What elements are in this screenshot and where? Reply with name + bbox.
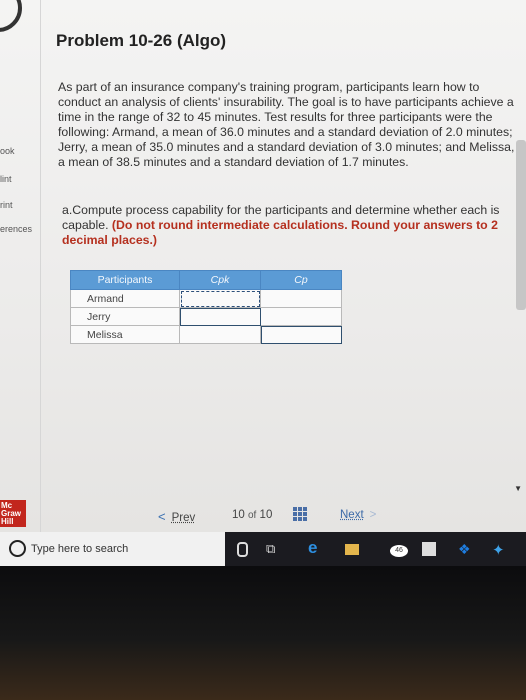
- page-title: Problem 10-26 (Algo): [56, 31, 227, 50]
- left-sidebar: ook lint rint erences: [0, 0, 41, 532]
- participant-name: Melissa: [70, 325, 180, 344]
- sidebar-item-print[interactable]: rint: [0, 200, 13, 210]
- cortana-icon[interactable]: [9, 540, 26, 557]
- total-pages: 10: [259, 509, 273, 521]
- mail-badge[interactable]: 46: [390, 545, 408, 557]
- scrollbar-thumb[interactable]: [516, 140, 526, 310]
- next-label: Next: [340, 509, 364, 521]
- cp-input-jerry[interactable]: [260, 307, 342, 326]
- mcgraw-hill-logo: Mc Graw Hill: [0, 500, 26, 527]
- edge-browser-icon[interactable]: e: [308, 538, 317, 558]
- browser-screen: ook lint rint erences Problem 10-26 (Alg…: [0, 0, 526, 532]
- answer-table: Participants Cpk Cp Armand Jerry Melissa: [70, 270, 342, 344]
- prev-button[interactable]: < Prev: [158, 509, 195, 524]
- participant-name: Armand: [70, 289, 180, 308]
- header-participants: Participants: [70, 270, 180, 290]
- app-icon[interactable]: ✦: [492, 541, 505, 559]
- current-page: 10: [232, 509, 245, 521]
- cpk-input-jerry[interactable]: [179, 307, 261, 326]
- file-explorer-icon[interactable]: [345, 544, 359, 555]
- sidebar-item-references[interactable]: erences: [0, 224, 32, 234]
- search-placeholder: Type here to search: [31, 543, 129, 555]
- table-header-row: Participants Cpk Cp: [70, 270, 342, 290]
- logo-line-3: Hill: [1, 517, 14, 526]
- page-counter: 10 of 10: [232, 509, 272, 521]
- question-instruction: (Do not round intermediate calculations.…: [62, 218, 498, 247]
- next-button[interactable]: Next >: [340, 509, 376, 521]
- sidebar-item-ebook[interactable]: ook: [0, 146, 15, 156]
- header-cpk: Cpk: [179, 270, 261, 290]
- chevron-right-icon: >: [369, 509, 377, 521]
- cp-input-armand[interactable]: [260, 289, 342, 308]
- question-text: a.Compute process capability for the par…: [62, 203, 502, 248]
- table-row: Jerry: [70, 307, 342, 326]
- windows-taskbar: Type here to search ⧉ e 46 ❖ ✦: [0, 532, 526, 566]
- cp-input-melissa[interactable]: [260, 325, 342, 344]
- chevron-left-icon: <: [158, 509, 166, 524]
- taskbar-search[interactable]: Type here to search: [0, 532, 225, 566]
- microphone-icon[interactable]: [237, 542, 248, 557]
- task-view-icon[interactable]: ⧉: [266, 541, 275, 557]
- scroll-down-icon[interactable]: ▼: [514, 484, 522, 493]
- sidebar-item-hint[interactable]: lint: [0, 174, 12, 184]
- table-row: Melissa: [70, 325, 342, 344]
- participant-name: Jerry: [70, 307, 180, 326]
- problem-paragraph: As part of an insurance company's traini…: [58, 80, 515, 169]
- cpk-input-armand[interactable]: [179, 289, 261, 308]
- monitor-bezel: [0, 566, 526, 700]
- cpk-input-melissa[interactable]: [179, 325, 261, 344]
- header-cp: Cp: [260, 270, 342, 290]
- store-icon[interactable]: [422, 542, 436, 556]
- prev-label: Prev: [171, 512, 196, 524]
- dropbox-icon[interactable]: ❖: [458, 541, 471, 558]
- table-row: Armand: [70, 289, 342, 308]
- question-grid-icon[interactable]: [293, 507, 307, 521]
- of-label: of: [248, 510, 257, 521]
